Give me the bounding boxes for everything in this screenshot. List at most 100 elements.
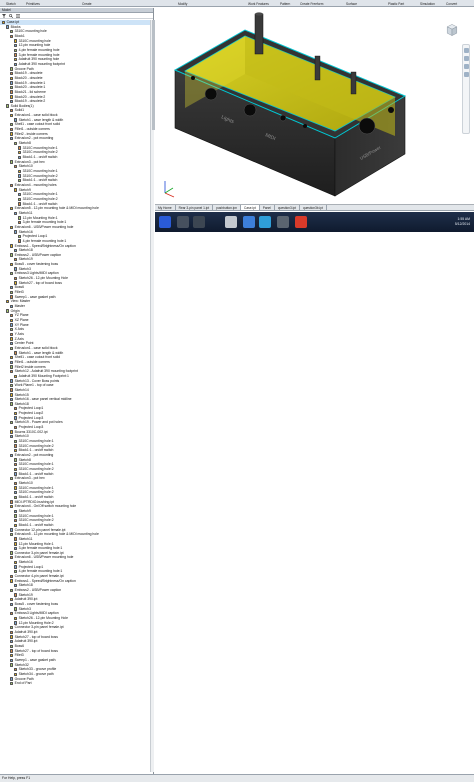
taskbar-app-2[interactable] bbox=[193, 216, 205, 228]
feature-icon bbox=[10, 360, 14, 364]
feature-icon bbox=[14, 523, 18, 527]
feature-icon bbox=[10, 644, 14, 648]
post-boss bbox=[254, 13, 264, 55]
feature-icon bbox=[14, 458, 18, 462]
feature-icon bbox=[14, 570, 18, 574]
taskbar-app-3[interactable] bbox=[225, 216, 237, 228]
feature-icon bbox=[10, 504, 14, 509]
menu-icon[interactable] bbox=[16, 13, 20, 18]
side-hole-large bbox=[358, 117, 376, 135]
document-tab[interactable]: question3b.ipt bbox=[300, 205, 327, 210]
feature-icon bbox=[10, 639, 14, 644]
ribbon-tab-modify[interactable]: Modify bbox=[178, 2, 187, 6]
feature-icon bbox=[18, 169, 22, 174]
orbit-icon[interactable] bbox=[463, 64, 469, 69]
ribbon-tab-surface[interactable]: Surface bbox=[346, 2, 357, 6]
feature-icon bbox=[18, 202, 22, 206]
feature-icon bbox=[14, 495, 18, 499]
feature-icon bbox=[14, 425, 18, 430]
start-button[interactable] bbox=[159, 216, 171, 228]
feature-icon bbox=[14, 211, 18, 215]
ribbon-tab-create-freeform[interactable]: Create Freeform bbox=[300, 2, 323, 6]
feature-icon bbox=[14, 118, 18, 122]
ribbon-tab-simulation[interactable]: Simulation bbox=[420, 2, 435, 6]
feature-icon bbox=[14, 616, 18, 621]
feature-icon bbox=[14, 188, 18, 192]
ribbon-tab-create[interactable]: Create bbox=[82, 2, 92, 6]
tree-item[interactable]: End of Part bbox=[0, 681, 150, 686]
look-at-icon[interactable] bbox=[463, 72, 469, 77]
feature-tree: Case.ipt Blocks 3310C mounting hole Block1 3… bbox=[0, 20, 150, 772]
document-tab[interactable]: question3.ipt bbox=[275, 205, 300, 210]
feature-icon bbox=[10, 286, 14, 290]
document-tab[interactable]: My Home bbox=[155, 205, 176, 210]
document-tab[interactable]: pushbutton.ipn bbox=[213, 205, 242, 210]
feature-icon bbox=[10, 109, 14, 113]
feature-icon bbox=[14, 486, 18, 490]
feature-icon bbox=[14, 248, 18, 253]
feature-icon bbox=[14, 449, 18, 453]
ribbon-tab-pattern[interactable]: Pattern bbox=[280, 2, 290, 6]
graphics-viewport[interactable]: Lights MIDI USB/Power bbox=[155, 8, 474, 205]
feature-icon bbox=[10, 318, 14, 323]
filter-icon[interactable] bbox=[2, 13, 6, 18]
taskbar-app-1[interactable] bbox=[177, 216, 189, 228]
ribbon-tab-plastic-part[interactable]: Plastic Part bbox=[388, 2, 404, 6]
feature-icon bbox=[6, 25, 10, 29]
browser-scrollbar[interactable] bbox=[150, 20, 155, 772]
pan-icon[interactable] bbox=[463, 48, 469, 53]
model-browser: Model Case.ipt Blocks 3310C mounting hole B… bbox=[0, 8, 155, 774]
feature-icon bbox=[14, 141, 18, 146]
feature-icon bbox=[10, 90, 14, 94]
feature-icon bbox=[14, 593, 18, 597]
feature-icon bbox=[10, 304, 14, 309]
feature-icon bbox=[10, 225, 14, 229]
feature-icon bbox=[10, 435, 14, 439]
feature-icon bbox=[10, 132, 14, 136]
system-clock[interactable]: 1:55 AM 5/12/2014 bbox=[455, 217, 470, 226]
zoom-icon[interactable] bbox=[463, 56, 469, 61]
feature-icon bbox=[14, 43, 18, 48]
feature-icon bbox=[14, 542, 18, 546]
status-bar: For Help, press F1 bbox=[0, 774, 474, 782]
feature-icon bbox=[18, 192, 22, 197]
feature-icon bbox=[18, 197, 22, 201]
feature-icon bbox=[14, 667, 18, 672]
feature-icon bbox=[10, 76, 14, 80]
document-tab[interactable]: Case.ipt bbox=[241, 205, 260, 210]
feature-icon bbox=[10, 253, 14, 257]
feature-icon bbox=[14, 53, 18, 57]
feature-icon bbox=[10, 598, 14, 602]
document-tab[interactable]: Panel bbox=[260, 205, 275, 210]
feature-icon bbox=[10, 365, 14, 369]
ribbon-tab-primitives[interactable]: Primitives bbox=[26, 2, 40, 6]
taskbar-app-4[interactable] bbox=[243, 216, 255, 228]
feature-icon bbox=[10, 677, 14, 681]
taskbar-app-7[interactable] bbox=[295, 216, 307, 228]
ribbon-tab-sketch[interactable]: Sketch bbox=[6, 2, 16, 6]
search-icon[interactable] bbox=[9, 13, 14, 18]
ribbon-tab-work-features[interactable]: Work Features bbox=[248, 2, 269, 6]
feature-icon bbox=[10, 663, 14, 667]
document-tab[interactable]: Rear 3-pin panel 1.ipt bbox=[176, 205, 214, 210]
feature-icon bbox=[10, 551, 14, 555]
feature-icon bbox=[10, 183, 14, 187]
taskbar-app-6[interactable] bbox=[277, 216, 289, 228]
feature-icon bbox=[10, 137, 14, 141]
feature-icon bbox=[10, 383, 14, 388]
view-cube-icon[interactable] bbox=[444, 22, 460, 38]
tree-item-label: Sketch27 - top of board boss bbox=[18, 280, 62, 285]
ribbon-tab-convert[interactable]: Convert bbox=[446, 2, 457, 6]
feature-icon bbox=[10, 588, 14, 593]
feature-icon bbox=[10, 337, 14, 341]
feature-icon bbox=[14, 514, 18, 518]
feature-icon bbox=[14, 607, 18, 611]
feature-icon bbox=[14, 164, 18, 169]
taskbar-app-5[interactable] bbox=[259, 216, 271, 228]
case-model[interactable]: Lights MIDI USB/Power bbox=[155, 8, 474, 205]
feature-icon bbox=[14, 281, 18, 285]
feature-icon bbox=[10, 649, 14, 653]
switch-hole bbox=[279, 114, 287, 122]
feature-icon bbox=[14, 374, 18, 378]
feature-icon bbox=[14, 467, 18, 472]
